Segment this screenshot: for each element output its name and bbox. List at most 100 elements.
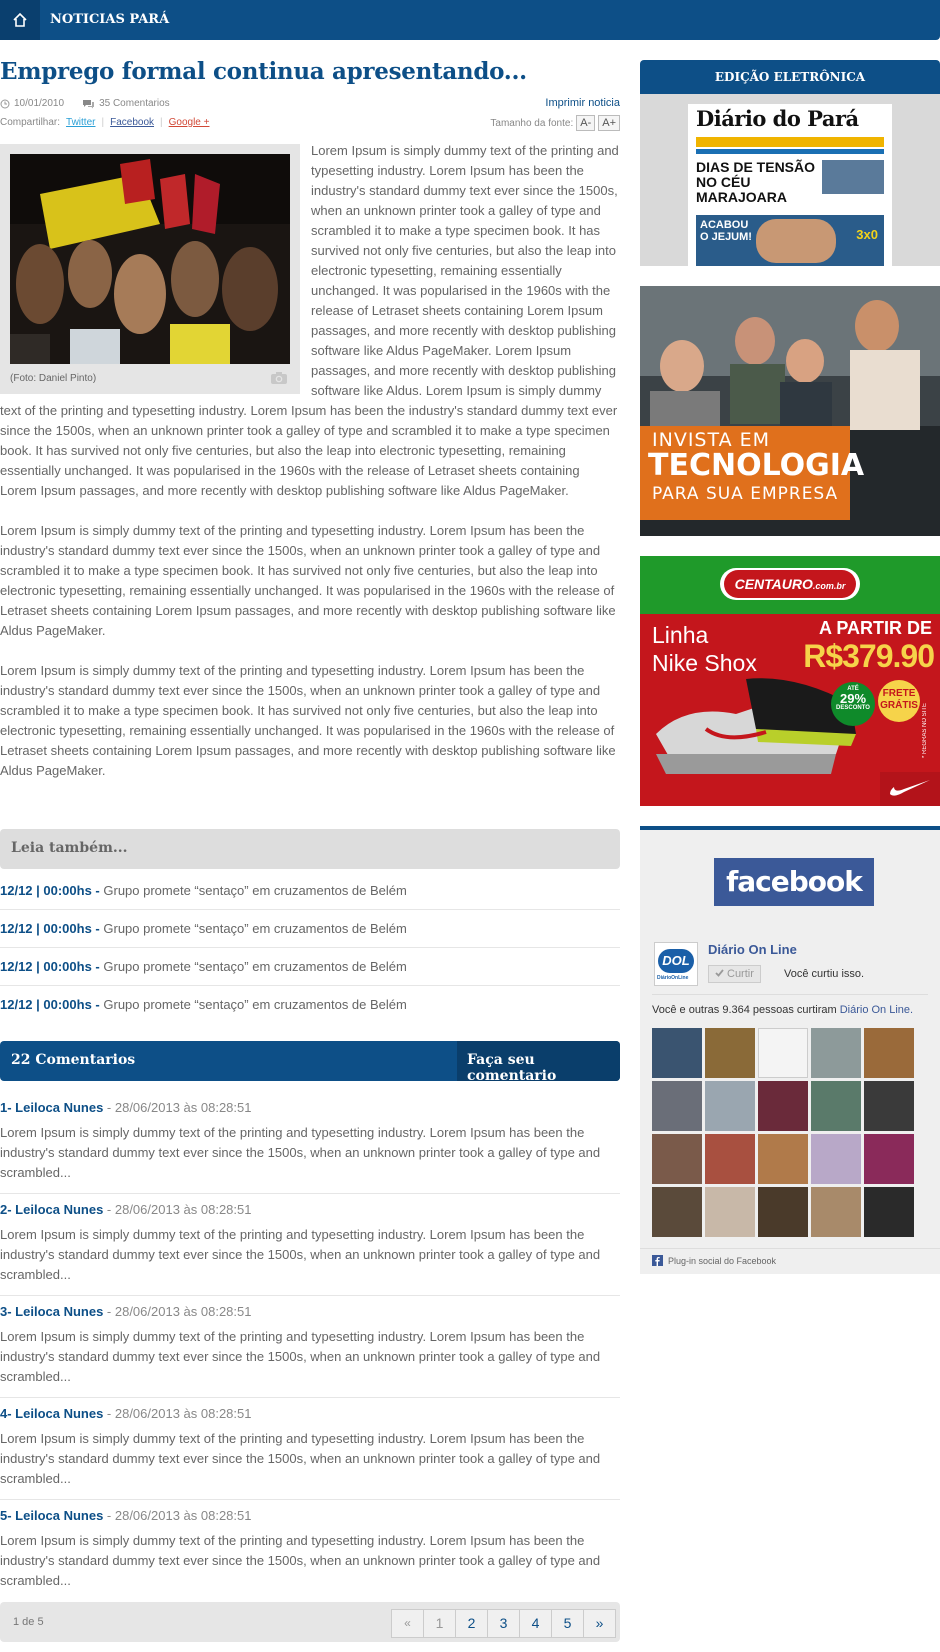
related-list: 12/12 | 00:00hs - Grupo promete “sentaço… <box>0 872 620 1024</box>
facebook-page-avatar[interactable]: DOL DiárioOnLine <box>654 942 698 986</box>
fan-avatar[interactable] <box>811 1134 861 1184</box>
page-1-button[interactable]: 1 <box>423 1609 456 1638</box>
share-twitter-link[interactable]: Twitter <box>66 117 95 128</box>
clock-icon <box>0 99 10 108</box>
page-5-button[interactable]: 5 <box>551 1609 584 1638</box>
related-item[interactable]: 12/12 | 00:00hs - Grupo promete “sentaço… <box>0 948 620 986</box>
newspaper-headline: DIAS DE TENSÃO <box>696 159 816 175</box>
comments-header: 22 Comentarios Faça seu comentario <box>0 1041 620 1081</box>
section-title[interactable]: NOTICIAS PARÁ <box>50 12 169 27</box>
article-date: 10/01/2010 <box>14 98 65 109</box>
comment-text: Lorem Ipsum is simply dummy text of the … <box>0 1227 601 1282</box>
fan-avatar[interactable] <box>811 1187 861 1237</box>
related-time: 12/12 | 00:00hs - <box>0 921 100 936</box>
nike-logo <box>890 780 930 796</box>
font-increase-button[interactable]: A+ <box>598 115 620 131</box>
related-title[interactable]: Grupo promete “sentaço” em cruzamentos d… <box>100 997 406 1012</box>
ad-discount: 29% <box>839 691 867 706</box>
fan-avatar[interactable] <box>758 1081 808 1131</box>
newspaper-headline: O JEJUM! <box>700 231 752 243</box>
page-3-button[interactable]: 3 <box>487 1609 520 1638</box>
newspaper-cover[interactable]: Diário do Pará DIAS DE TENSÃO NO CÉU MAR… <box>688 104 892 266</box>
home-icon <box>13 12 27 27</box>
share-facebook-link[interactable]: Facebook <box>110 117 154 128</box>
related-item[interactable]: 12/12 | 00:00hs - Grupo promete “sentaço… <box>0 872 620 910</box>
facebook-page-name[interactable]: Diário On Line <box>708 942 797 957</box>
comments-list: 1- Leiloca Nunes - 28/06/2013 às 08:28:5… <box>0 1092 620 1602</box>
comment-date: - 28/06/2013 às 08:28:51 <box>103 1406 252 1421</box>
fan-avatar[interactable] <box>705 1081 755 1131</box>
prev-page-button[interactable]: « <box>391 1609 424 1638</box>
comments-heading: 22 Comentarios <box>11 1052 136 1068</box>
facebook-logo[interactable]: facebook <box>714 858 874 906</box>
top-navigation-bar: NOTICIAS PARÁ <box>0 0 940 40</box>
article-body: Lorem Ipsum is simply dummy text of the … <box>0 141 620 801</box>
ad-product-line: Linha <box>652 622 709 648</box>
edition-heading: EDIÇÃO ELETRÔNICA <box>640 60 940 94</box>
article-paragraph: Lorem Ipsum is simply dummy text of the … <box>0 663 616 778</box>
comment-author: 2- Leiloca Nunes <box>0 1202 104 1217</box>
comment-author: 4- Leiloca Nunes <box>0 1406 104 1421</box>
fan-avatar[interactable] <box>652 1081 702 1131</box>
fan-avatar[interactable] <box>758 1134 808 1184</box>
font-size-controls: Tamanho da fonte: A- A+ <box>490 115 620 131</box>
fan-avatar[interactable] <box>705 1187 755 1237</box>
related-item[interactable]: 12/12 | 00:00hs - Grupo promete “sentaço… <box>0 910 620 948</box>
like-button-label: Curtir <box>727 968 754 980</box>
comment-item: 4- Leiloca Nunes - 28/06/2013 às 08:28:5… <box>0 1398 620 1500</box>
ad-line3: PARA SUA EMPRESA <box>652 484 839 504</box>
comment-item: 3- Leiloca Nunes - 28/06/2013 às 08:28:5… <box>0 1296 620 1398</box>
related-title[interactable]: Grupo promete “sentaço” em cruzamentos d… <box>100 921 406 936</box>
like-button[interactable]: Curtir <box>708 965 761 983</box>
comment-author: 1- Leiloca Nunes <box>0 1100 104 1115</box>
ad-tecnologia[interactable]: INVISTA EM TECNOLOGIA PARA SUA EMPRESA <box>640 286 940 536</box>
facebook-plugin-credit: Plug-in social do Facebook <box>652 1255 776 1266</box>
dol-logo-sub: DiárioOnLine <box>657 975 689 981</box>
next-page-button[interactable]: » <box>583 1609 616 1638</box>
fan-avatar[interactable] <box>864 1134 914 1184</box>
edition-box: Diário do Pará DIAS DE TENSÃO NO CÉU MAR… <box>640 94 940 266</box>
related-item[interactable]: 12/12 | 00:00hs - Grupo promete “sentaço… <box>0 986 620 1024</box>
home-button[interactable] <box>0 0 40 40</box>
related-title[interactable]: Grupo promete “sentaço” em cruzamentos d… <box>100 883 406 898</box>
font-decrease-button[interactable]: A- <box>576 115 596 131</box>
likes-page-link[interactable]: Diário On Line. <box>840 1004 913 1016</box>
fan-avatar[interactable] <box>864 1187 914 1237</box>
fans-grid <box>652 1028 934 1237</box>
fan-avatar[interactable] <box>864 1028 914 1078</box>
fan-avatar[interactable] <box>652 1187 702 1237</box>
related-time: 12/12 | 00:00hs - <box>0 997 100 1012</box>
related-title[interactable]: Grupo promete “sentaço” em cruzamentos d… <box>100 959 406 974</box>
share-google-link[interactable]: Google + <box>169 117 210 128</box>
fan-avatar[interactable] <box>811 1081 861 1131</box>
fan-avatar[interactable] <box>811 1028 861 1078</box>
likes-count-text: Você e outras 9.364 pessoas curtiram Diá… <box>652 1004 913 1016</box>
share-label: Compartilhar: <box>0 117 61 128</box>
fan-avatar[interactable] <box>758 1028 808 1078</box>
print-link[interactable]: Imprimir noticia <box>545 97 620 109</box>
article-title: Emprego formal continua apresentando... <box>0 58 527 85</box>
newspaper-headline: ACABOU <box>700 219 749 231</box>
ad-rules: * REGRAS NO SITE <box>922 702 928 758</box>
fan-avatar[interactable] <box>705 1134 755 1184</box>
ad-centauro[interactable]: CENTAURO.com.br Linha Nike Shox A PARTIR… <box>640 556 940 806</box>
check-icon <box>715 969 724 977</box>
fan-avatar[interactable] <box>864 1081 914 1131</box>
ad-brand: CENTAURO <box>734 576 813 592</box>
comment-author: 5- Leiloca Nunes <box>0 1508 104 1523</box>
fan-avatar[interactable] <box>705 1028 755 1078</box>
comment-text: Lorem Ipsum is simply dummy text of the … <box>0 1125 601 1180</box>
fan-avatar[interactable] <box>652 1028 702 1078</box>
fan-avatar[interactable] <box>652 1134 702 1184</box>
related-time: 12/12 | 00:00hs - <box>0 959 100 974</box>
plugin-credit-text: Plug-in social do Facebook <box>668 1255 777 1266</box>
comment-date: - 28/06/2013 às 08:28:51 <box>103 1202 252 1217</box>
comment-icon <box>83 99 95 108</box>
add-comment-button[interactable]: Faça seu comentario <box>457 1041 620 1081</box>
page-2-button[interactable]: 2 <box>455 1609 488 1638</box>
comments-count[interactable]: 35 Comentarios <box>99 98 170 109</box>
comment-date: - 28/06/2013 às 08:28:51 <box>103 1304 252 1319</box>
page-4-button[interactable]: 4 <box>519 1609 552 1638</box>
fan-avatar[interactable] <box>758 1187 808 1237</box>
ad-brand-suffix: .com.br <box>812 581 846 591</box>
